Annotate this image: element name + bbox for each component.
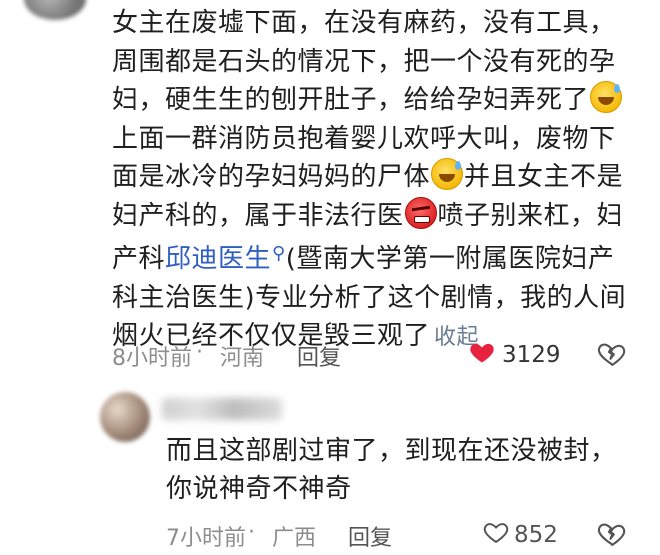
comment-line: 周围都是石头的情况下，把一个没有死的孕 — [112, 46, 616, 77]
comment-location: 河南 — [220, 346, 265, 371]
comment-line-text: 喷子别来杠，妇 — [437, 200, 624, 231]
reply-location: 广西 — [272, 526, 317, 551]
reply-line: 你说神奇不神奇 — [166, 474, 352, 504]
comment-line: 科主治医生)专业分析了这个剧情，我的人间 — [112, 282, 627, 313]
heart-filled-icon — [470, 343, 494, 363]
comment-thread: 女主在废墟下面，在没有麻药，没有工具， 周围都是石头的情况下，把一个没有死的孕 … — [0, 0, 660, 555]
comment-line: 面是冰冷的孕妇妈妈的尸体 并且女主不是 — [112, 158, 648, 197]
comment-time: 8小时前 — [112, 346, 192, 371]
comment-line-text: 妇产科的，属于非法行医 — [112, 200, 404, 231]
reply-time: 7小时前 — [166, 526, 246, 551]
comment-line: 产科邱迪医生⚲(暨南大学第一附属医院妇产 — [112, 235, 648, 279]
comment-line-text: 产科 — [112, 244, 166, 274]
search-icon: ⚲ — [272, 243, 286, 264]
comment-line: 女主在废墟下面，在没有麻药，没有工具， — [112, 8, 616, 38]
comment-line: 妇产科的，属于非法行医 喷子别来杠，妇 — [112, 196, 648, 236]
comment-line: 上面一群消防员抱着婴儿欢呼大叫，废物下 — [112, 123, 616, 154]
comment-body: 女主在废墟下面，在没有麻药，没有工具， 周围都是石头的情况下，把一个没有死的孕 … — [112, 4, 648, 358]
dislike-button[interactable] — [596, 338, 626, 370]
comment-line-text: 面是冰冷的孕妇妈妈的尸体 — [112, 162, 431, 192]
broken-heart-icon — [597, 343, 626, 366]
separator-dot: · — [196, 340, 203, 365]
commenter-avatar[interactable] — [24, 0, 86, 20]
like-button[interactable] — [482, 518, 512, 550]
mention-link[interactable]: 邱迪医生⚲ — [165, 243, 286, 274]
replier-name-redacted — [162, 398, 282, 420]
reply-meta: 7小时前 · 广西 回复 852 — [166, 518, 646, 552]
reply-line: 而且这部剧过审了，到现在还没被封， — [166, 436, 617, 466]
broken-heart-icon — [597, 523, 626, 546]
dislike-button[interactable] — [596, 518, 626, 550]
replier-avatar[interactable] — [100, 392, 150, 442]
comment-line: 妇，硬生生的刨开肚子，给给孕妇弄死了 — [112, 81, 648, 120]
angry-face-emoji — [404, 196, 437, 229]
separator-dot: · — [248, 520, 255, 545]
sweat-smile-emoji — [431, 158, 464, 190]
comment-line-text: 妇，硬生生的刨开肚子，给给孕妇弄死了 — [112, 85, 590, 115]
like-button[interactable] — [468, 338, 498, 370]
mention-text: 邱迪医生 — [165, 244, 272, 274]
like-count: 852 — [514, 522, 558, 548]
comment-line-text: (暨南大学第一附属医院妇产 — [285, 244, 615, 274]
reply-body: 而且这部剧过审了，到现在还没被封， 你说神奇不神奇 — [166, 432, 636, 508]
sweat-smile-emoji — [590, 81, 623, 113]
comment-line-text: 并且女主不是 — [464, 162, 624, 192]
reply-button[interactable]: 回复 — [297, 340, 341, 372]
comment-meta: 8小时前 · 河南 回复 3129 — [112, 338, 642, 372]
like-count: 3129 — [502, 342, 561, 368]
reply-button[interactable]: 回复 — [348, 520, 392, 552]
heart-outline-icon — [483, 523, 509, 543]
